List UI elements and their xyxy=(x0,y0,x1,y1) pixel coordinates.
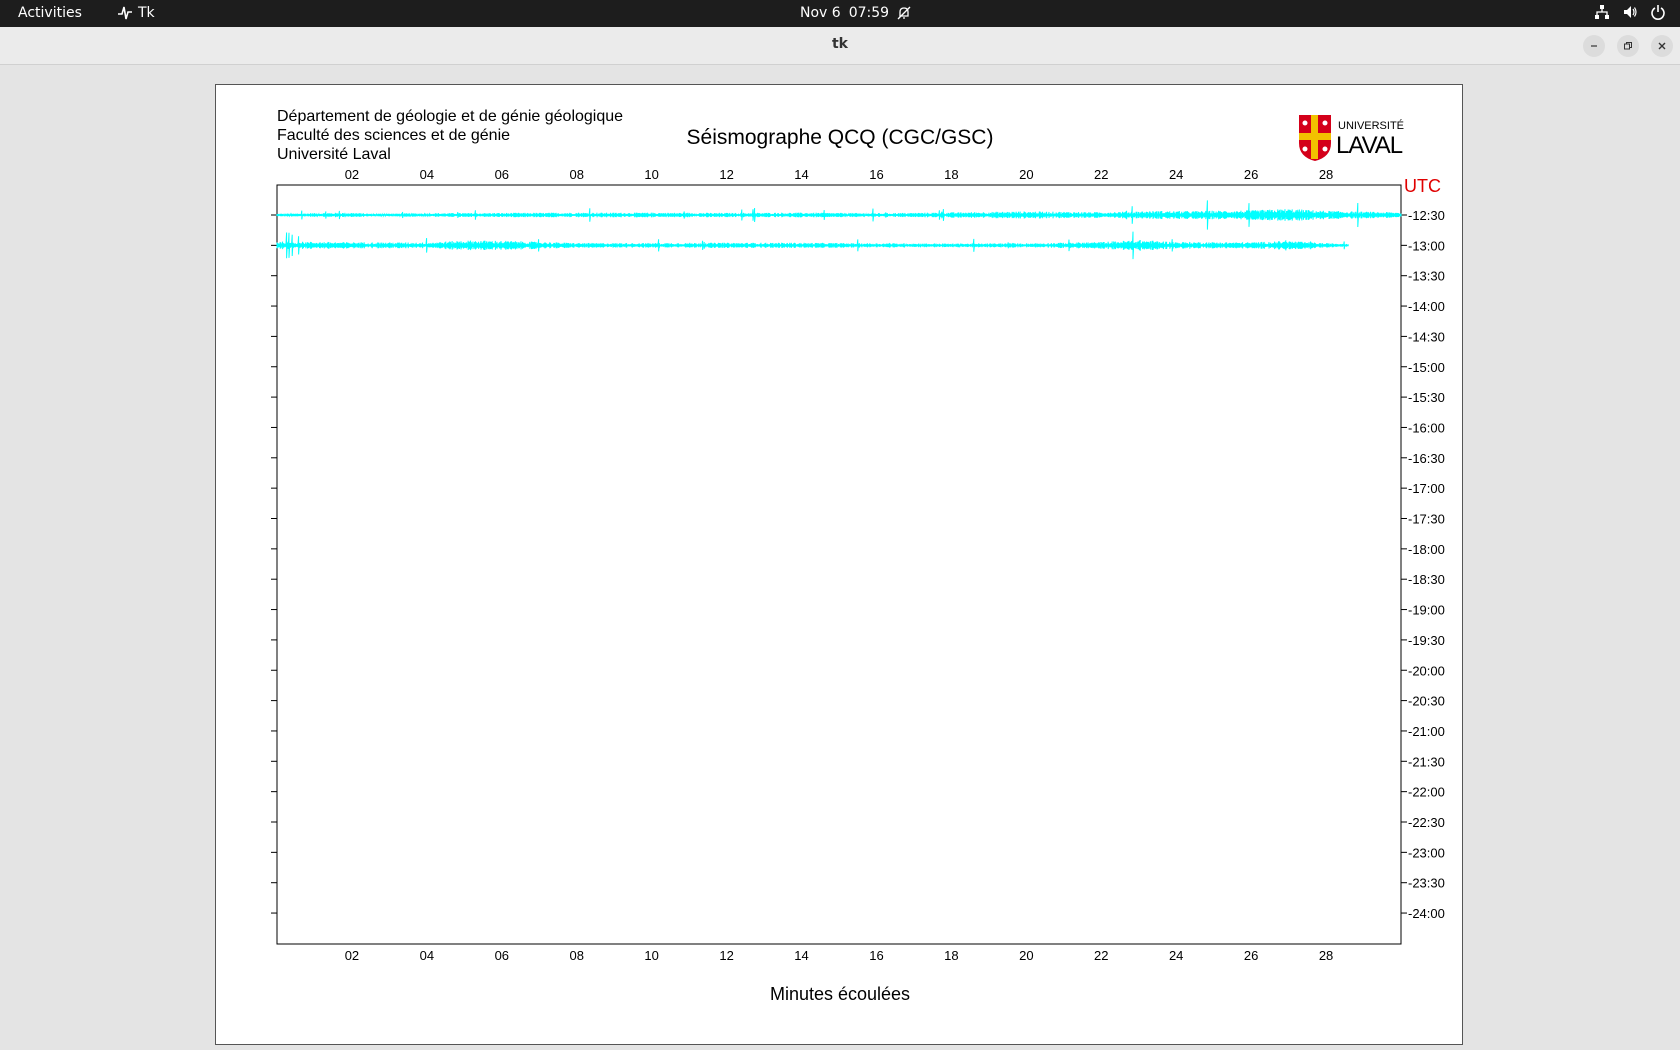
x-tick-label-top: 04 xyxy=(420,167,434,182)
y-tick-label: -22:00 xyxy=(1408,785,1445,800)
x-tick-label-bottom: 14 xyxy=(794,948,808,963)
y-tick-label: -13:00 xyxy=(1408,238,1445,253)
header-line-3: Université Laval xyxy=(277,146,391,163)
plot-frame xyxy=(276,184,1402,945)
bell-muted-icon xyxy=(897,6,911,20)
minimize-icon xyxy=(1591,45,1597,47)
x-ticks-top: 02 04 06 08 10 12 14 16 18 20 22 24 26 28 xyxy=(345,167,1334,182)
seismogram-plot: Département de géologie et de génie géol… xyxy=(271,108,1445,1004)
x-tick-label-bottom: 10 xyxy=(644,948,658,963)
y-tick-label: -15:30 xyxy=(1408,390,1445,405)
x-tick-label-top: 28 xyxy=(1319,167,1333,182)
header-line-2: Faculté des sciences et de génie xyxy=(277,127,510,144)
seismic-trace xyxy=(276,200,1402,230)
y-tick-label: -24:00 xyxy=(1408,906,1445,921)
x-tick-label-bottom: 08 xyxy=(569,948,583,963)
x-tick-label-top: 16 xyxy=(869,167,883,182)
y-tick-label: -23:00 xyxy=(1408,845,1445,860)
seismic-traces xyxy=(276,200,1402,260)
y-tick-label: -19:00 xyxy=(1408,603,1445,618)
power-icon xyxy=(1651,5,1665,20)
tk-app-icon xyxy=(118,6,132,20)
close-button[interactable] xyxy=(1651,35,1673,57)
x-tick-label-top: 26 xyxy=(1244,167,1258,182)
logo-text-top: UNIVERSITÉ xyxy=(1338,119,1404,132)
x-tick-label-bottom: 06 xyxy=(495,948,509,963)
top-bar: Activities Tk Nov 6 07:59 xyxy=(0,0,1680,27)
y-tick-label: -15:00 xyxy=(1408,360,1445,375)
x-tick-label-bottom: 02 xyxy=(345,948,359,963)
x-tick-label-top: 24 xyxy=(1169,167,1183,182)
volume-icon xyxy=(1624,6,1637,18)
y-tick-label: -18:30 xyxy=(1408,572,1445,587)
x-tick-label-bottom: 16 xyxy=(869,948,883,963)
y-tick-label: -14:00 xyxy=(1408,299,1445,314)
close-icon xyxy=(1658,42,1666,50)
maximize-button[interactable] xyxy=(1617,35,1639,57)
x-tick-label-top: 18 xyxy=(944,167,958,182)
window-title: tk xyxy=(831,36,848,52)
activities-button[interactable]: Activities xyxy=(18,5,82,21)
y-tick-label: -12:30 xyxy=(1408,208,1445,223)
header-line-1: Département de géologie et de génie géol… xyxy=(277,108,623,125)
y-tick-label: -17:30 xyxy=(1408,512,1445,527)
minimize-button[interactable] xyxy=(1583,35,1605,57)
y-ticks: -12:30 -13:00 -13:30 -14:00 -14:30 -15:00 -15:… xyxy=(271,208,1445,921)
logo-text-bottom: LAVAL xyxy=(1336,132,1403,159)
seismic-trace xyxy=(276,231,1349,260)
universite-laval-logo: UNIVERSITÉ LAVAL xyxy=(1299,115,1404,161)
y-tick-label: -18:00 xyxy=(1408,542,1445,557)
header-block: Département de géologie et de génie géol… xyxy=(277,108,623,163)
clock-time: 07:59 xyxy=(848,5,890,21)
clock[interactable]: Nov 6 07:59 xyxy=(800,5,911,21)
x-tick-label-top: 06 xyxy=(495,167,509,182)
clock-date: Nov 6 xyxy=(800,5,841,21)
y-tick-label: -20:30 xyxy=(1408,694,1445,709)
x-tick-label-top: 10 xyxy=(644,167,658,182)
y-tick-label: -20:00 xyxy=(1408,663,1445,678)
network-icon xyxy=(1595,5,1609,19)
x-tick-label-bottom: 24 xyxy=(1169,948,1183,963)
system-tray[interactable] xyxy=(1594,4,1666,20)
window-titlebar[interactable]: tk xyxy=(0,27,1680,65)
chart-title: Séismographe QCQ (CGC/GSC) xyxy=(687,126,994,149)
y-tick-label: -14:30 xyxy=(1408,329,1445,344)
x-ticks-bottom: 02 04 06 08 10 12 14 16 18 20 22 24 26 28 xyxy=(345,948,1334,963)
x-axis-label: Minutes écoulées xyxy=(770,984,910,1004)
x-tick-label-top: 12 xyxy=(719,167,733,182)
x-tick-label-bottom: 18 xyxy=(944,948,958,963)
x-tick-label-bottom: 12 xyxy=(719,948,733,963)
restore-icon xyxy=(1624,42,1632,50)
y-tick-label: -19:30 xyxy=(1408,633,1445,648)
laval-shield-icon xyxy=(1299,115,1331,161)
utc-label: UTC xyxy=(1404,176,1441,196)
y-tick-label: -21:30 xyxy=(1408,754,1445,769)
x-tick-label-top: 22 xyxy=(1094,167,1108,182)
y-tick-label: -16:30 xyxy=(1408,451,1445,466)
app-menu[interactable]: Tk xyxy=(116,4,155,22)
x-tick-label-top: 20 xyxy=(1019,167,1033,182)
y-tick-label: -17:00 xyxy=(1408,481,1445,496)
x-tick-label-top: 02 xyxy=(345,167,359,182)
y-tick-label: -13:30 xyxy=(1408,269,1445,284)
x-tick-label-bottom: 20 xyxy=(1019,948,1033,963)
x-tick-label-bottom: 26 xyxy=(1244,948,1258,963)
app-menu-label: Tk xyxy=(138,5,155,21)
x-tick-label-top: 08 xyxy=(569,167,583,182)
y-tick-label: -21:00 xyxy=(1408,724,1445,739)
y-tick-label: -16:00 xyxy=(1408,420,1445,435)
x-tick-label-bottom: 04 xyxy=(420,948,434,963)
x-tick-label-bottom: 28 xyxy=(1319,948,1333,963)
y-tick-label: -23:30 xyxy=(1408,876,1445,891)
seismogram-canvas: Département de géologie et de génie géol… xyxy=(215,84,1463,1045)
y-tick-label: -22:30 xyxy=(1408,815,1445,830)
x-tick-label-top: 14 xyxy=(794,167,808,182)
x-tick-label-bottom: 22 xyxy=(1094,948,1108,963)
